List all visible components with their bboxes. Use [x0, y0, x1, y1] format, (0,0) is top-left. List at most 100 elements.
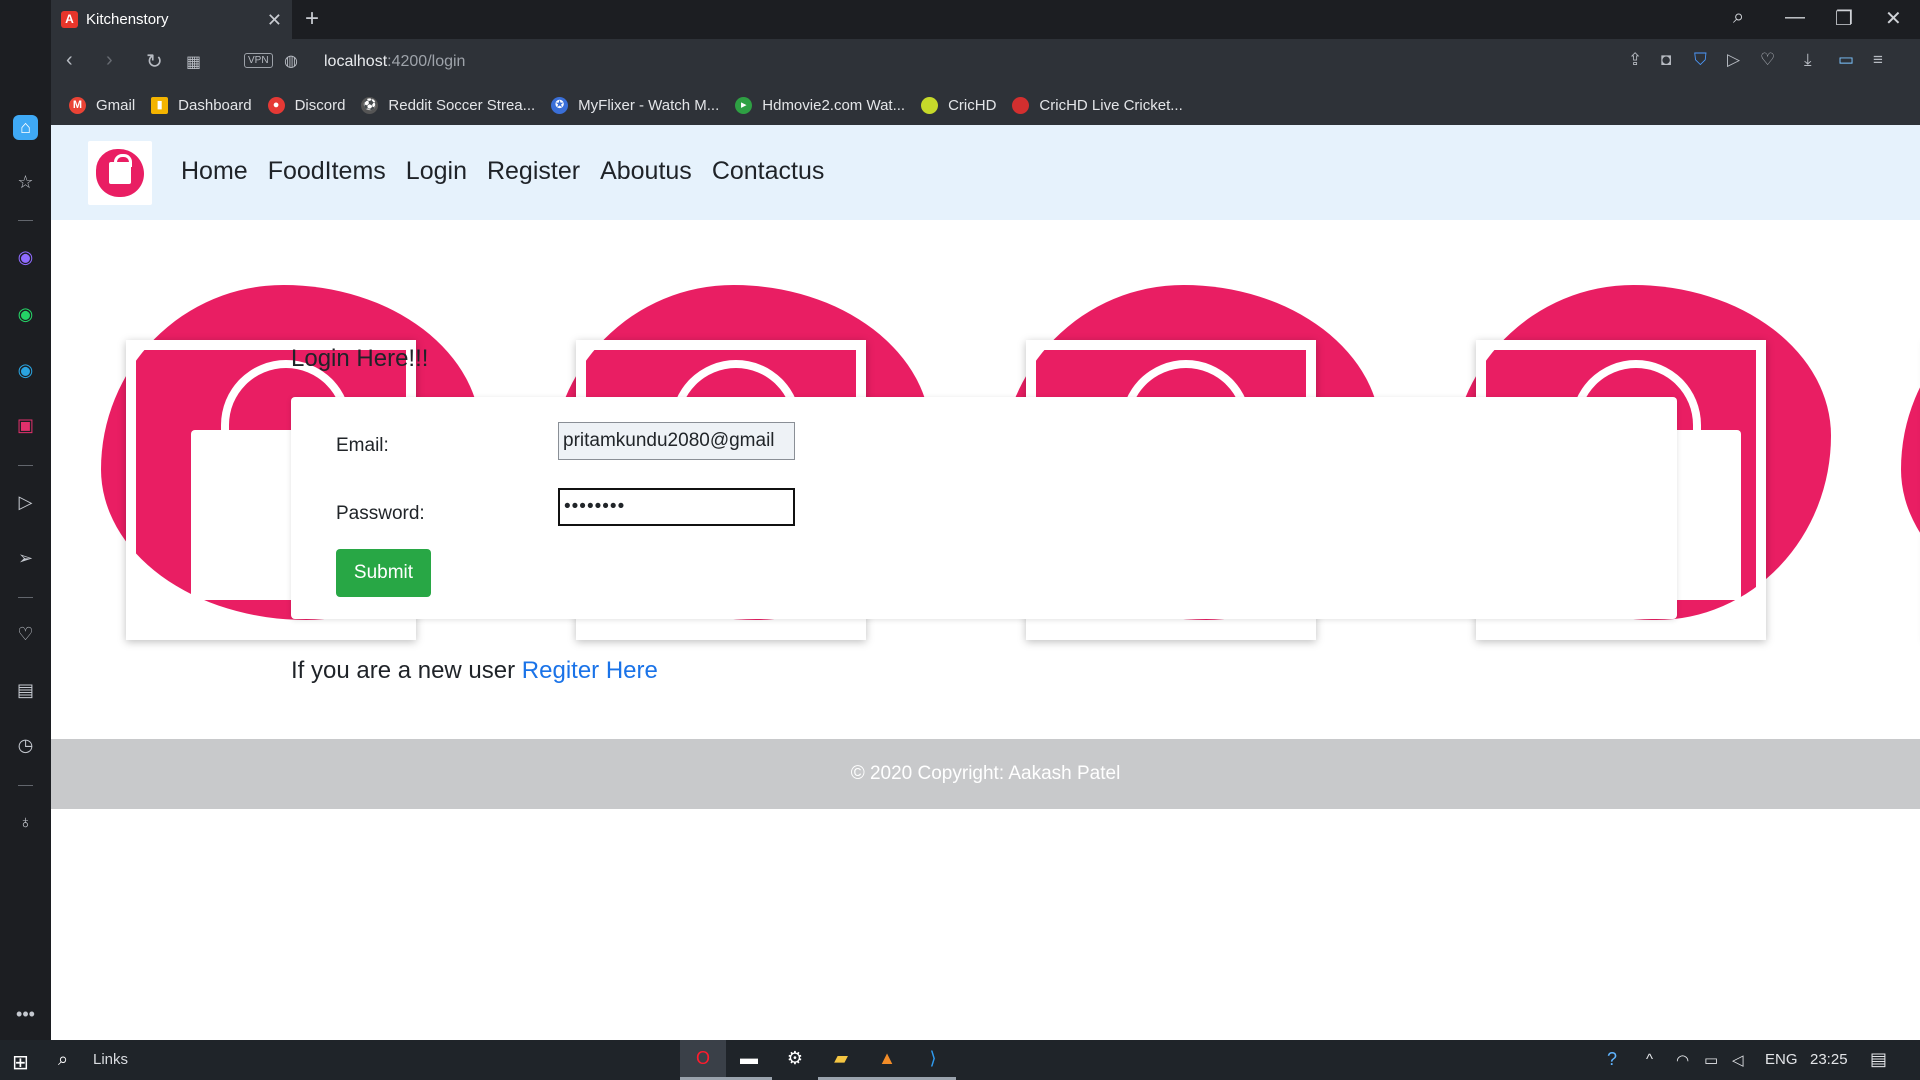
- taskbar-opera-icon[interactable]: O: [680, 1040, 726, 1080]
- bookmarks-star-icon[interactable]: ☆: [13, 170, 38, 195]
- site-navbar: Home FoodItems Login Register Aboutus Co…: [51, 125, 1920, 220]
- url-field[interactable]: localhost:4200/login: [324, 53, 465, 71]
- speed-dial-grid-icon[interactable]: ▦: [186, 52, 201, 72]
- taskbar-vlc-icon[interactable]: ▲: [864, 1040, 910, 1080]
- share-icon[interactable]: ⇪: [1628, 50, 1642, 70]
- news-icon[interactable]: ▤: [13, 678, 38, 703]
- new-tab-plus-icon[interactable]: +: [305, 5, 319, 33]
- register-prompt-text: If you are a new user: [291, 657, 522, 684]
- player-icon[interactable]: ▷: [13, 490, 38, 515]
- crichd-icon: [921, 96, 939, 114]
- login-heading: Login Here!!!: [291, 345, 429, 372]
- bookmark-label: CricHD Live Cricket...: [1039, 96, 1183, 114]
- bookmark-myflixer[interactable]: ✪ MyFlixer - Watch M...: [551, 96, 720, 114]
- clock-time[interactable]: 23:25: [1810, 1051, 1848, 1068]
- banner-tile: [1871, 285, 1920, 620]
- history-clock-icon[interactable]: ◷: [13, 733, 38, 758]
- taskbar-links-label[interactable]: Links: [93, 1051, 128, 1068]
- kitchenstory-logo[interactable]: [88, 141, 152, 205]
- language-indicator[interactable]: ENG: [1765, 1051, 1798, 1068]
- bookmark-label: Dashboard: [178, 96, 252, 114]
- nav-home[interactable]: Home: [181, 157, 248, 186]
- instagram-icon[interactable]: ▣: [13, 413, 38, 438]
- email-field[interactable]: [558, 422, 795, 460]
- reload-icon[interactable]: ↻: [146, 49, 163, 74]
- easy-setup-icon[interactable]: ≡: [1873, 50, 1883, 70]
- nav-login[interactable]: Login: [406, 157, 467, 186]
- heart-icon[interactable]: ♡: [1760, 50, 1775, 70]
- battery-icon[interactable]: ▭: [1704, 1051, 1718, 1069]
- discord-icon: ●: [267, 96, 285, 114]
- close-tab-icon[interactable]: ✕: [267, 10, 282, 31]
- home-icon[interactable]: ⌂: [13, 115, 38, 140]
- soccer-icon: ⚽: [361, 96, 379, 114]
- lightbulb-icon[interactable]: ♁: [13, 810, 38, 835]
- password-label: Password:: [336, 503, 425, 524]
- bookmark-label: MyFlixer - Watch M...: [578, 96, 720, 114]
- bookmark-hdmovie[interactable]: ▸ Hdmovie2.com Wat...: [735, 96, 905, 114]
- flow-send-icon[interactable]: ➢: [13, 546, 38, 571]
- wifi-icon[interactable]: ◠: [1676, 1051, 1689, 1069]
- battery-saver-icon[interactable]: ▭: [1838, 50, 1854, 70]
- tab-kitchenstory[interactable]: A Kitchenstory ✕: [51, 0, 292, 39]
- register-prompt: If you are a new user Regiter Here: [291, 657, 658, 685]
- nav-contactus[interactable]: Contactus: [712, 157, 825, 186]
- bookmark-gmail[interactable]: M Gmail: [69, 96, 135, 114]
- taskbar-vscode-icon[interactable]: ⟩: [910, 1040, 956, 1080]
- password-field[interactable]: [558, 488, 795, 526]
- help-icon[interactable]: ?: [1607, 1049, 1617, 1070]
- globe-icon[interactable]: ◍: [284, 51, 298, 71]
- email-label: Email:: [336, 435, 389, 456]
- footer-copyright: © 2020 Copyright: Aakash Patel: [850, 763, 1121, 784]
- taskbar-search-icon[interactable]: ⌕: [58, 1049, 68, 1070]
- download-icon[interactable]: ⤓: [1804, 50, 1812, 70]
- restore-icon[interactable]: ❐: [1835, 6, 1853, 31]
- bookmark-label: CricHD: [948, 96, 997, 114]
- gmail-icon: M: [69, 96, 86, 114]
- volume-icon[interactable]: ◁: [1732, 1051, 1744, 1069]
- back-icon[interactable]: ‹: [66, 49, 73, 72]
- browser-sidebar: O ⌂ ☆ ◉ ◉ ◉ ▣ ▷ ➢ ♡ ▤ ◷ ♁ •••: [0, 0, 51, 1040]
- bookmark-crichd-live[interactable]: CricHD Live Cricket...: [1012, 96, 1183, 114]
- messenger-icon[interactable]: ◉: [13, 245, 38, 270]
- vpn-badge[interactable]: VPN: [244, 53, 273, 68]
- os-taskbar: ⊞ ⌕ Links O ▬ ⚙ ▰ ▲ ⟩ ? ^ ◠ ▭ ◁ ENG 23:2…: [0, 1040, 1920, 1080]
- bookmark-crichd[interactable]: CricHD: [921, 96, 997, 114]
- web-page: Home FoodItems Login Register Aboutus Co…: [51, 125, 1920, 1040]
- bookmark-dashboard[interactable]: ▮ Dashboard: [151, 96, 252, 114]
- address-bar: ‹ › ↻ ▦ VPN ◍ localhost:4200/login ⇪ ◘ ⛉…: [51, 39, 1920, 85]
- sidebar-divider: [18, 785, 33, 786]
- taskbar-settings-icon[interactable]: ⚙: [772, 1040, 818, 1080]
- adblock-shield-icon[interactable]: ⛉: [1694, 50, 1707, 70]
- myflixer-icon: ✪: [551, 96, 569, 114]
- taskbar-file-explorer-icon[interactable]: ▰: [818, 1040, 864, 1080]
- bookmark-discord[interactable]: ● Discord: [267, 96, 345, 114]
- register-link[interactable]: Regiter Here: [522, 657, 658, 684]
- tray-chevron-up-icon[interactable]: ^: [1646, 1051, 1653, 1068]
- forward-icon[interactable]: ›: [106, 49, 113, 72]
- dashboard-icon: ▮: [151, 96, 169, 114]
- crichd-live-icon: [1012, 96, 1030, 114]
- nav-register[interactable]: Register: [487, 157, 580, 186]
- minimize-icon[interactable]: —: [1785, 6, 1805, 29]
- windows-start-icon[interactable]: ⊞: [12, 1050, 29, 1075]
- sidebar-divider: [18, 220, 33, 221]
- search-tabs-icon[interactable]: ⌕: [1733, 6, 1744, 29]
- login-form-card: Email: Password: Submit: [291, 397, 1677, 619]
- whatsapp-icon[interactable]: ◉: [13, 302, 38, 327]
- tab-bar: A Kitchenstory ✕ + ⌕ — ❐ ✕: [0, 0, 1920, 39]
- camera-snapshot-icon[interactable]: ◘: [1661, 50, 1671, 70]
- sidebar-divider: [18, 597, 33, 598]
- bookmark-reddit-soccer[interactable]: ⚽ Reddit Soccer Strea...: [361, 96, 536, 114]
- submit-button[interactable]: Submit: [336, 549, 431, 597]
- telegram-icon[interactable]: ◉: [13, 358, 38, 383]
- nav-aboutus[interactable]: Aboutus: [600, 157, 692, 186]
- close-window-icon[interactable]: ✕: [1885, 6, 1902, 31]
- bookmark-label: Reddit Soccer Strea...: [388, 96, 536, 114]
- send-icon[interactable]: ▷: [1727, 50, 1740, 70]
- taskbar-terminal-icon[interactable]: ▬: [726, 1040, 772, 1080]
- more-dots-icon[interactable]: •••: [13, 1002, 38, 1027]
- notifications-icon[interactable]: ▤: [1870, 1049, 1887, 1070]
- pinboard-heart-icon[interactable]: ♡: [13, 622, 38, 647]
- nav-fooditems[interactable]: FoodItems: [268, 157, 386, 186]
